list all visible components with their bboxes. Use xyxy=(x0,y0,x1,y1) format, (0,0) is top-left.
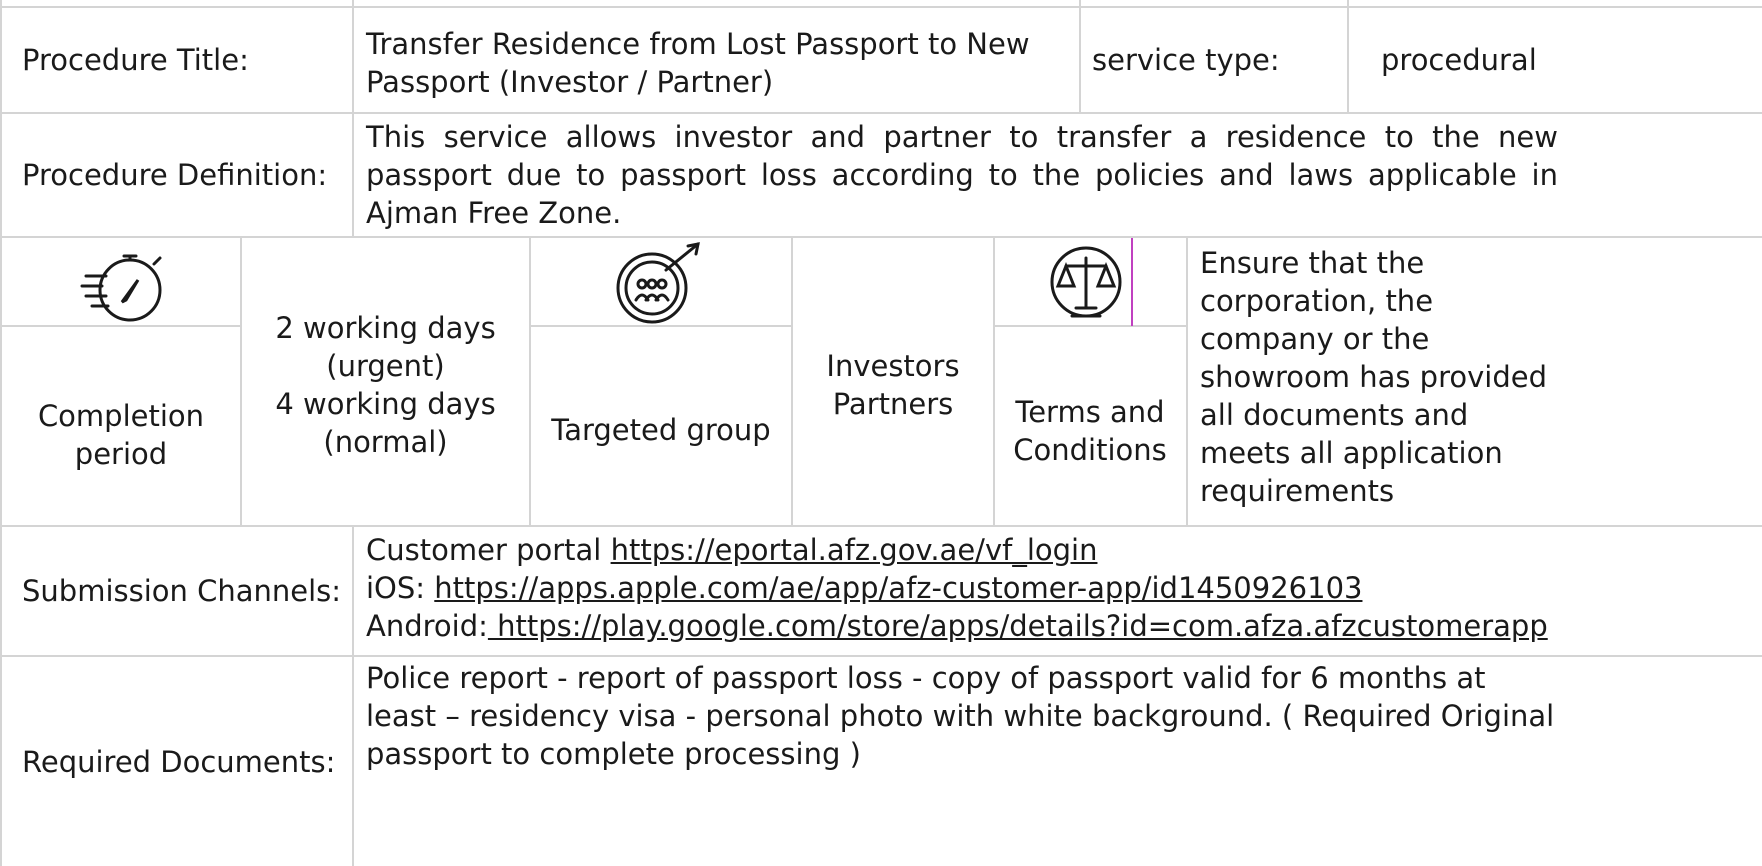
terms-label: Terms and Conditions xyxy=(1013,395,1167,467)
targeted-group-value: Investors Partners xyxy=(793,340,993,430)
customer-portal-link[interactable]: https://eportal.afz.gov.ae/vf_login xyxy=(611,533,1098,567)
completion-period-value: 2 working days (urgent) 4 working days (… xyxy=(242,300,529,470)
required-documents-label: Required Documents: xyxy=(22,744,336,779)
submission-channels-value: Customer portal https://eportal.afz.gov.… xyxy=(366,531,1756,655)
target-line: Investors xyxy=(826,349,960,383)
completion-line: 2 working days xyxy=(275,311,496,345)
grid-line xyxy=(993,237,995,526)
targeted-group-label: Targeted group xyxy=(551,413,771,447)
completion-line: 4 working days xyxy=(275,387,496,421)
grid-line xyxy=(1186,237,1188,526)
ios-line: iOS: https://apps.apple.com/ae/app/afz-c… xyxy=(366,569,1362,607)
android-line: Android: https://play.google.com/store/a… xyxy=(366,607,1548,645)
portal-prefix: Customer portal xyxy=(366,533,611,567)
grid-line xyxy=(529,237,531,526)
grid-line xyxy=(352,0,354,238)
completion-period-label: Completion period xyxy=(37,399,205,471)
procedure-title-value: Transfer Residence from Lost Passport to… xyxy=(366,27,1030,99)
service-type-value: procedural xyxy=(1381,43,1537,77)
procedure-title-label: Procedure Title: xyxy=(22,43,249,77)
procedure-definition-value: This service allows investor and partner… xyxy=(366,120,1558,230)
portal-line: Customer portal https://eportal.afz.gov.… xyxy=(366,531,1097,569)
submission-channels-label: Submission Channels: xyxy=(22,574,342,608)
android-prefix: Android: xyxy=(366,609,488,643)
procedure-card: Procedure Title: Transfer Residence from… xyxy=(0,0,1762,866)
grid-line xyxy=(352,526,354,866)
stopwatch-icon xyxy=(80,240,170,328)
grid-line xyxy=(0,236,1762,238)
grid-line xyxy=(1079,0,1081,113)
scales-of-justice-icon xyxy=(1044,242,1128,326)
required-documents-value: Police report - report of passport loss … xyxy=(366,661,1555,771)
ios-prefix: iOS: xyxy=(366,571,435,605)
completion-line: (urgent) xyxy=(326,349,445,383)
service-type-label: service type: xyxy=(1092,43,1280,77)
procedure-definition-label: Procedure Definition: xyxy=(22,158,328,192)
completion-line: (normal) xyxy=(323,425,448,459)
terms-value: Ensure that the corporation, the company… xyxy=(1200,246,1547,508)
android-app-link[interactable]: https://play.google.com/store/apps/detai… xyxy=(488,609,1548,643)
accent-mark xyxy=(1131,238,1133,326)
target-line: Partners xyxy=(832,387,954,421)
ios-app-link[interactable]: https://apps.apple.com/ae/app/afz-custom… xyxy=(434,571,1362,605)
target-group-icon xyxy=(612,240,708,326)
